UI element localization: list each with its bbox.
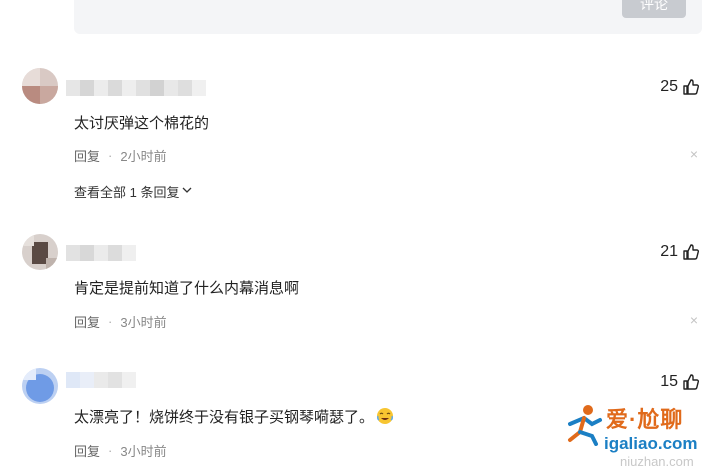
like-counter[interactable]: 21 bbox=[660, 243, 700, 261]
running-figure-logo-icon bbox=[562, 402, 606, 446]
like-count: 25 bbox=[660, 78, 678, 95]
comment-text-body: 太漂亮了！烧饼终于没有银子买钢琴嗬瑟了。 bbox=[74, 409, 375, 426]
watermark-domain: igaliao.com bbox=[604, 434, 698, 453]
like-count: 15 bbox=[660, 373, 678, 390]
separator-dot: · bbox=[108, 314, 113, 329]
comment-meta: 回复 · 2小时前 bbox=[74, 146, 167, 165]
avatar[interactable] bbox=[22, 234, 58, 270]
username-blurred[interactable] bbox=[66, 80, 206, 96]
reply-button[interactable]: 回复 bbox=[74, 146, 100, 165]
chevron-down-icon bbox=[181, 184, 193, 199]
watermark-subdomain: niuzhan.com bbox=[620, 454, 694, 469]
timestamp: 3小时前 bbox=[120, 444, 167, 459]
watermark-title: 爱·尬聊 bbox=[606, 407, 684, 432]
view-all-replies-link[interactable]: 查看全部 1 条回复 bbox=[74, 182, 193, 201]
thumbs-up-icon[interactable] bbox=[682, 78, 700, 96]
reply-button[interactable]: 回复 bbox=[74, 441, 100, 460]
like-count: 21 bbox=[660, 243, 678, 260]
submit-comment-button[interactable]: 评论 bbox=[622, 0, 686, 18]
comment-meta: 回复 · 3小时前 bbox=[74, 441, 167, 460]
separator-dot: · bbox=[108, 443, 113, 458]
avatar[interactable] bbox=[22, 68, 58, 104]
avatar[interactable] bbox=[22, 368, 58, 404]
username-blurred[interactable] bbox=[66, 372, 136, 388]
like-counter[interactable]: 25 bbox=[660, 78, 700, 96]
timestamp: 2小时前 bbox=[120, 149, 167, 164]
separator-dot: · bbox=[108, 148, 113, 163]
comment-meta: 回复 · 3小时前 bbox=[74, 312, 167, 331]
site-watermark: 爱·尬聊 igaliao.com niuzhan.com bbox=[560, 398, 716, 472]
thumbs-up-icon[interactable] bbox=[682, 243, 700, 261]
laughing-crying-emoji-icon bbox=[376, 407, 394, 425]
close-icon[interactable]: × bbox=[690, 312, 698, 328]
view-all-replies-label: 查看全部 1 条回复 bbox=[74, 185, 180, 200]
reply-button[interactable]: 回复 bbox=[74, 312, 100, 331]
close-icon[interactable]: × bbox=[690, 146, 698, 162]
like-counter[interactable]: 15 bbox=[660, 373, 700, 391]
comment-input-box[interactable]: 评论 bbox=[74, 0, 702, 34]
comment-section: 评论 25 太讨厌弹这个棉花的 回复 · 2小时前 × 查看全部 1 条回复 2… bbox=[0, 0, 716, 472]
comment-text: 太漂亮了！烧饼终于没有银子买钢琴嗬瑟了。 bbox=[74, 406, 394, 427]
comment-text: 太讨厌弹这个棉花的 bbox=[74, 115, 210, 132]
timestamp: 3小时前 bbox=[120, 315, 167, 330]
thumbs-up-icon[interactable] bbox=[682, 373, 700, 391]
username-blurred[interactable] bbox=[66, 245, 136, 261]
comment-text: 肯定是提前知道了什么内幕消息啊 bbox=[74, 280, 300, 297]
